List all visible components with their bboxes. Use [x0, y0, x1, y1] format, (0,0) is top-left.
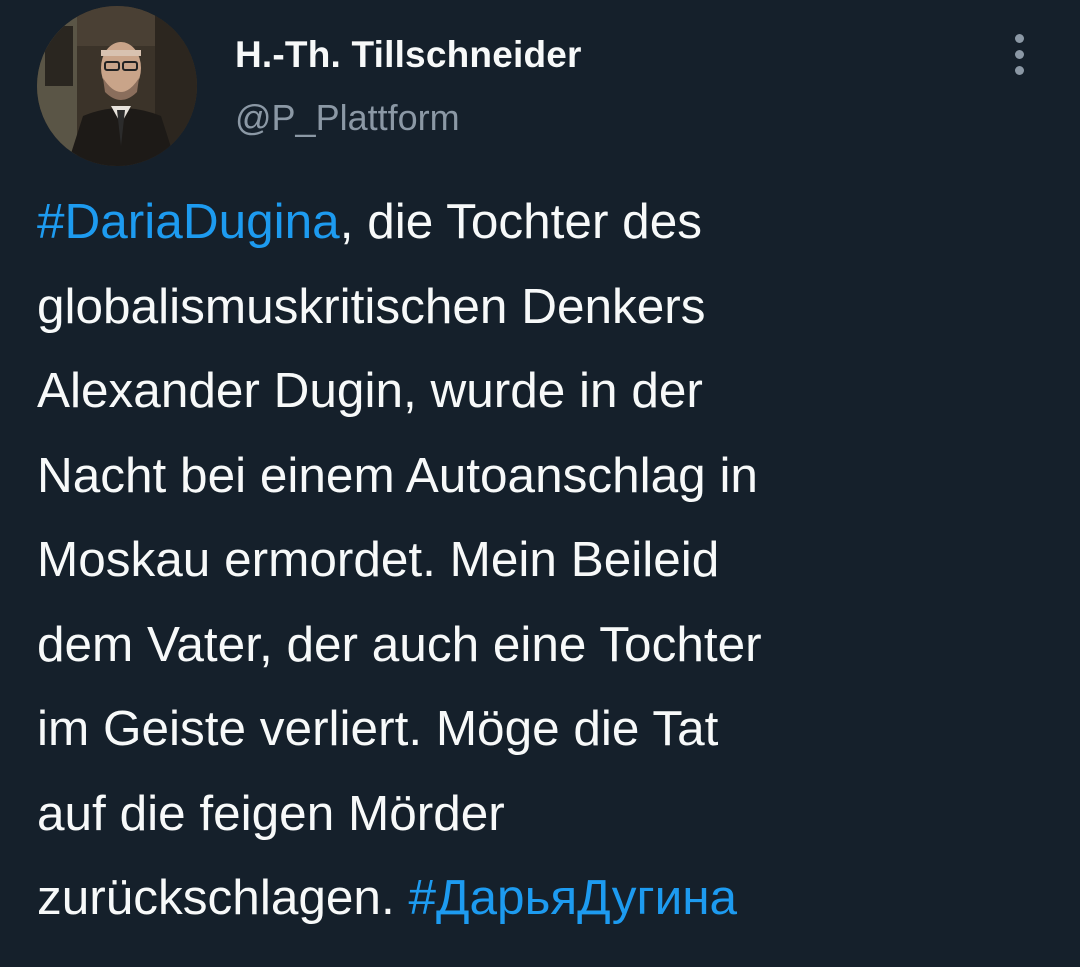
more-options-button[interactable] — [1000, 30, 1040, 78]
tweet-line: globalismuskritischen Denkers — [37, 278, 706, 334]
user-handle[interactable]: @P_Plattform — [235, 96, 582, 140]
tweet-text-segment: , die Tochter des — [339, 194, 702, 249]
tweet-line: Alexander Dugin, wurde in der — [37, 363, 703, 418]
tweet-text-segment: zurückschlagen. — [37, 870, 409, 925]
hashtag-link[interactable]: #ДарьяДугина — [408, 870, 737, 925]
tweet-line: zurückschlagen. #ДарьяДугина — [37, 856, 1047, 941]
more-vertical-icon-dot — [1015, 50, 1024, 59]
avatar[interactable] — [37, 6, 197, 166]
tweet-header: H.-Th. Tillschneider @P_Plattform — [0, 0, 1080, 190]
tweet-line: im Geiste verliert. Möge die Tat — [37, 701, 719, 756]
tweet: H.-Th. Tillschneider @P_Plattform #Daria… — [0, 0, 1080, 967]
tweet-text: #DariaDugina, die Tochter des globalismu… — [37, 180, 1047, 941]
tweet-line: Nacht bei einem Autoanschlag in — [37, 447, 758, 503]
tweet-line: dem Vater, der auch eine Tochter — [37, 616, 762, 672]
profile-photo-icon — [37, 6, 197, 166]
more-vertical-icon — [1015, 34, 1024, 43]
tweet-line: Moskau ermordet. Mein Beileid — [37, 532, 720, 587]
hashtag-link[interactable]: #DariaDugina — [37, 194, 340, 249]
tweet-line: #DariaDugina, die Tochter des — [37, 180, 1047, 265]
display-name[interactable]: H.-Th. Tillschneider — [235, 30, 582, 80]
author-names: H.-Th. Tillschneider @P_Plattform — [235, 30, 582, 140]
tweet-line: auf die feigen Mörder — [37, 785, 505, 841]
more-vertical-icon-dot — [1015, 66, 1024, 75]
